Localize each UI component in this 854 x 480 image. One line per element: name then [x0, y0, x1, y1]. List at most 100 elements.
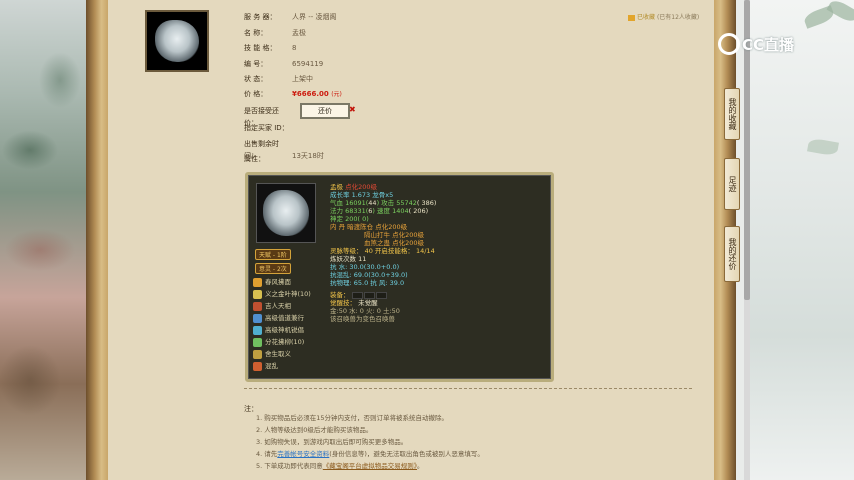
scroll-border-left	[86, 0, 108, 480]
note-item: 2. 人物等级达到0级后才能购买该物品。	[256, 426, 373, 434]
stat-awaken: 觉醒技： 未觉醒	[330, 299, 436, 307]
skill-name: 春风拂面	[265, 278, 291, 286]
favorite-status: 已收藏 (已有12人收藏)	[628, 12, 699, 21]
side-tab-my-offers[interactable]: 我的还价	[724, 226, 740, 282]
account-security-link[interactable]: 完善帐号安全资料	[277, 450, 329, 458]
info-label: 技 能 格：	[244, 44, 277, 52]
pet-image	[155, 20, 199, 62]
stat-inner-2: 隔山打牛 点化200级	[364, 231, 424, 239]
price-amount: ¥6666.00	[292, 90, 329, 98]
info-label: 服 务 器：	[244, 13, 277, 21]
side-tab-favorites-label: 我的收藏	[728, 98, 737, 130]
cc-logo-icon	[718, 33, 740, 55]
skill-name: 高级神机锐倡	[265, 326, 304, 334]
skill-item[interactable]: 分花拂柳(10)	[253, 337, 304, 348]
favorite-link[interactable]: 已收藏	[637, 14, 655, 21]
skill-icon	[253, 277, 262, 287]
skill-item[interactable]: 混乱	[253, 361, 278, 372]
stat-mp-sep: ) 速度	[372, 207, 393, 215]
note-text: 。	[417, 462, 424, 470]
stat-equip: 装备：	[330, 291, 436, 299]
stat-elements: 金:50 水: 0 火: 0 土:50	[330, 307, 400, 315]
side-tab-my-offers-label: 我的还价	[728, 238, 737, 270]
info-row-skill-slots: 技 能 格： 8	[244, 42, 296, 54]
note-item: 3. 如购物失误，到游戏内取出后即可购买更多物品。	[256, 438, 408, 446]
divider	[244, 388, 692, 389]
equip-slot[interactable]	[363, 291, 375, 299]
skill-item[interactable]: 舍生取义	[253, 349, 291, 360]
leaf-decoration	[826, 0, 854, 25]
info-row-remaining-time: 出售剩余时间： 13天18时	[244, 138, 324, 160]
info-value: 13天18时	[292, 152, 324, 160]
info-label: 状 态：	[244, 75, 268, 83]
skill-name: 义之金叶神(10)	[265, 290, 311, 298]
skill-item[interactable]: 春风拂面	[253, 277, 291, 288]
stat-spd: 1404	[392, 207, 409, 215]
info-row-bargain: 是否接受还价：	[244, 105, 292, 127]
note-item: 1. 购买物品后必须在15分钟内支付，否则订单将被系统自动撤除。	[256, 414, 449, 422]
info-row-status: 状 态： 上架中	[244, 73, 313, 85]
skill-icon	[253, 361, 262, 371]
skill-icon	[253, 349, 262, 359]
side-tab-footprints-label: 足迹	[728, 176, 737, 192]
pet-thumbnail[interactable]	[145, 10, 209, 72]
info-row-price: 价 格： ¥6666.00 (元)	[244, 88, 342, 100]
equip-slot[interactable]	[351, 291, 363, 299]
trade-rules-link[interactable]: 《藏宝阁平台虚拟物品交易规则》	[323, 462, 417, 470]
background-right	[744, 0, 854, 480]
cc-live-watermark: CC直播	[718, 32, 794, 56]
pet-image	[263, 190, 309, 236]
pet-name-tag: 点化200级	[345, 183, 377, 191]
side-tab-footprints[interactable]: 足迹	[724, 158, 740, 210]
stat-mp: 法力 68331(	[330, 207, 369, 215]
info-value: 人界 -- 凌烟阁	[292, 13, 337, 21]
info-row-attributes: 属性：	[244, 153, 292, 165]
price-unit: (元)	[331, 91, 342, 98]
tree-painting	[0, 0, 86, 480]
skill-name: 混乱	[265, 362, 278, 370]
info-label: 价 格：	[244, 90, 268, 98]
skill-item[interactable]: 义之金叶神(10)	[253, 289, 311, 300]
info-row-name: 名 称： 孟极	[244, 27, 306, 39]
stat-res-chaos: 抗混乱: 69.0(30.0+39.0)	[330, 271, 408, 279]
skill-item[interactable]: 高级值道兼行	[253, 313, 304, 324]
skill-name: 舍生取义	[265, 350, 291, 358]
cc-logo-text: CC直播	[742, 35, 795, 54]
skill-item[interactable]: 高级神机锐倡	[253, 325, 304, 336]
stat-hp-bonus: 44	[368, 199, 377, 207]
stat-hp-atk: 气血 16091(44) 攻击 55742( 386)	[330, 199, 436, 207]
info-row-server: 服 务 器： 人界 -- 凌烟阁	[244, 11, 337, 23]
note-text: (身份信息等)，避免无法取出角色或被别人恶意填写。	[329, 450, 484, 458]
stat-hp: 气血 16091(	[330, 199, 369, 207]
skill-icon	[253, 301, 262, 311]
note-item-5: 5. 下单成功即代表同意《藏宝阁平台虚拟物品交易规则》。	[256, 461, 424, 471]
skill-icon	[253, 313, 262, 323]
pet-attribute-card: 天赋 - 1阶 意灵 - 2次 春风拂面 义之金叶神(10) 吉人天相 高级值道…	[245, 172, 554, 382]
stat-growth: 成长率 1.673 龙骨x5	[330, 191, 394, 199]
stat-mp-spd: 法力 68331(6) 速度 1404( 206)	[330, 207, 436, 215]
info-row-id: 编 号： 6594119	[244, 58, 323, 70]
price-value: ¥6666.00 (元)	[292, 90, 342, 98]
side-tab-favorites[interactable]: 我的收藏	[724, 88, 740, 140]
skill-name: 高级值道兼行	[265, 314, 304, 322]
bargain-button[interactable]: 还价	[300, 103, 350, 119]
stat-hp-sep: ) 攻击	[376, 199, 397, 207]
stat-summon-note: 该召唤兽为变色召唤兽	[330, 315, 395, 323]
spirit-badge: 意灵 - 2次	[255, 263, 291, 274]
skill-icon	[253, 325, 262, 335]
background-left	[0, 0, 86, 480]
leaf-decoration	[807, 137, 839, 157]
stat-refine: 炼妖次数 11	[330, 255, 367, 263]
stat-atk: 55742	[396, 199, 417, 207]
favorite-count: (已有12人收藏)	[656, 14, 700, 21]
stat-inner-3: 血煞之蛊 点化200级	[364, 239, 424, 247]
info-row-buyer-id: 指定买家 ID：	[244, 122, 292, 134]
skill-name: 吉人天相	[265, 302, 291, 310]
bargain-reject-icon: ✖	[349, 105, 356, 114]
equip-slot[interactable]	[375, 291, 387, 299]
info-label: 指定买家 ID：	[244, 124, 289, 132]
skill-item[interactable]: 吉人天相	[253, 301, 291, 312]
pet-large-image	[256, 183, 316, 243]
stat-res-seal: 抗物理: 65.0 抗 风: 39.0	[330, 279, 405, 287]
stat-name-line: 孟极 点化200级	[330, 183, 436, 191]
